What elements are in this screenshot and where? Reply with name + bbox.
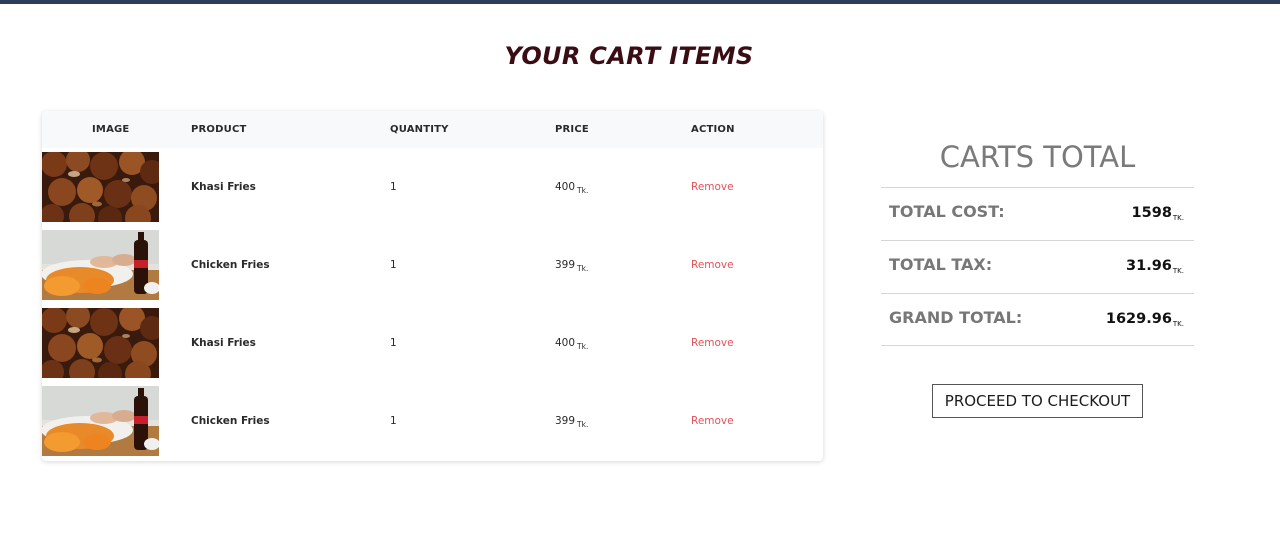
table-header: IMAGE PRODUCT QUANTITY PRICE ACTION xyxy=(42,111,823,148)
grand-total-value: 1629.96TK. xyxy=(1105,311,1184,328)
remove-link[interactable]: Remove xyxy=(691,415,734,427)
header-action: ACTION xyxy=(691,124,735,135)
remove-link[interactable]: Remove xyxy=(691,259,734,271)
page-title: YOUR CART ITEMS xyxy=(504,42,754,70)
product-name: Chicken Fries xyxy=(191,259,270,271)
total-cost-label: TOTAL COST: xyxy=(889,202,1005,221)
currency-label: Tk. xyxy=(577,420,589,429)
top-accent-bar xyxy=(0,0,1280,4)
product-name: Khasi Fries xyxy=(191,181,256,193)
chicken-fries-photo xyxy=(42,386,159,456)
grand-total-label: GRAND TOTAL: xyxy=(889,308,1023,327)
quantity-value: 1 xyxy=(390,337,397,349)
remove-link[interactable]: Remove xyxy=(691,181,734,193)
total-tax-row: TOTAL TAX: 31.96TK. xyxy=(881,240,1194,293)
khasi-fries-photo xyxy=(42,308,159,378)
total-tax-label: TOTAL TAX: xyxy=(889,255,993,274)
remove-link[interactable]: Remove xyxy=(691,337,734,349)
cart-table: IMAGE PRODUCT QUANTITY PRICE ACTION Khas… xyxy=(42,111,823,461)
grand-total-row: GRAND TOTAL: 1629.96TK. xyxy=(881,293,1194,346)
currency-label: Tk. xyxy=(577,264,589,273)
currency-label: Tk. xyxy=(577,186,589,195)
product-name: Khasi Fries xyxy=(191,337,256,349)
price-value: 399 Tk. xyxy=(555,259,589,273)
table-row: Khasi Fries 1 400 Tk. Remove xyxy=(42,152,823,224)
header-image: IMAGE xyxy=(92,124,130,135)
quantity-value: 1 xyxy=(390,415,397,427)
header-quantity: QUANTITY xyxy=(390,124,449,135)
table-row: Chicken Fries 1 399 Tk. Remove xyxy=(42,386,823,458)
quantity-value: 1 xyxy=(390,259,397,271)
header-product: PRODUCT xyxy=(191,124,247,135)
product-name: Chicken Fries xyxy=(191,415,270,427)
cart-totals-panel: CARTS TOTAL TOTAL COST: 1598TK. TOTAL TA… xyxy=(881,140,1194,346)
total-tax-value: 31.96TK. xyxy=(1126,258,1184,275)
price-value: 400 Tk. xyxy=(555,337,589,351)
currency-label: Tk. xyxy=(577,342,589,351)
chicken-fries-photo xyxy=(42,230,159,300)
price-value: 399 Tk. xyxy=(555,415,589,429)
price-value: 400 Tk. xyxy=(555,181,589,195)
table-row: Chicken Fries 1 399 Tk. Remove xyxy=(42,230,823,302)
quantity-value: 1 xyxy=(390,181,397,193)
total-cost-row: TOTAL COST: 1598TK. xyxy=(881,187,1194,240)
total-cost-value: 1598TK. xyxy=(1131,205,1184,222)
proceed-to-checkout-button[interactable]: PROCEED TO CHECKOUT xyxy=(932,384,1143,418)
khasi-fries-photo xyxy=(42,152,159,222)
header-price: PRICE xyxy=(555,124,589,135)
table-row: Khasi Fries 1 400 Tk. Remove xyxy=(42,308,823,380)
totals-title: CARTS TOTAL xyxy=(939,140,1136,174)
